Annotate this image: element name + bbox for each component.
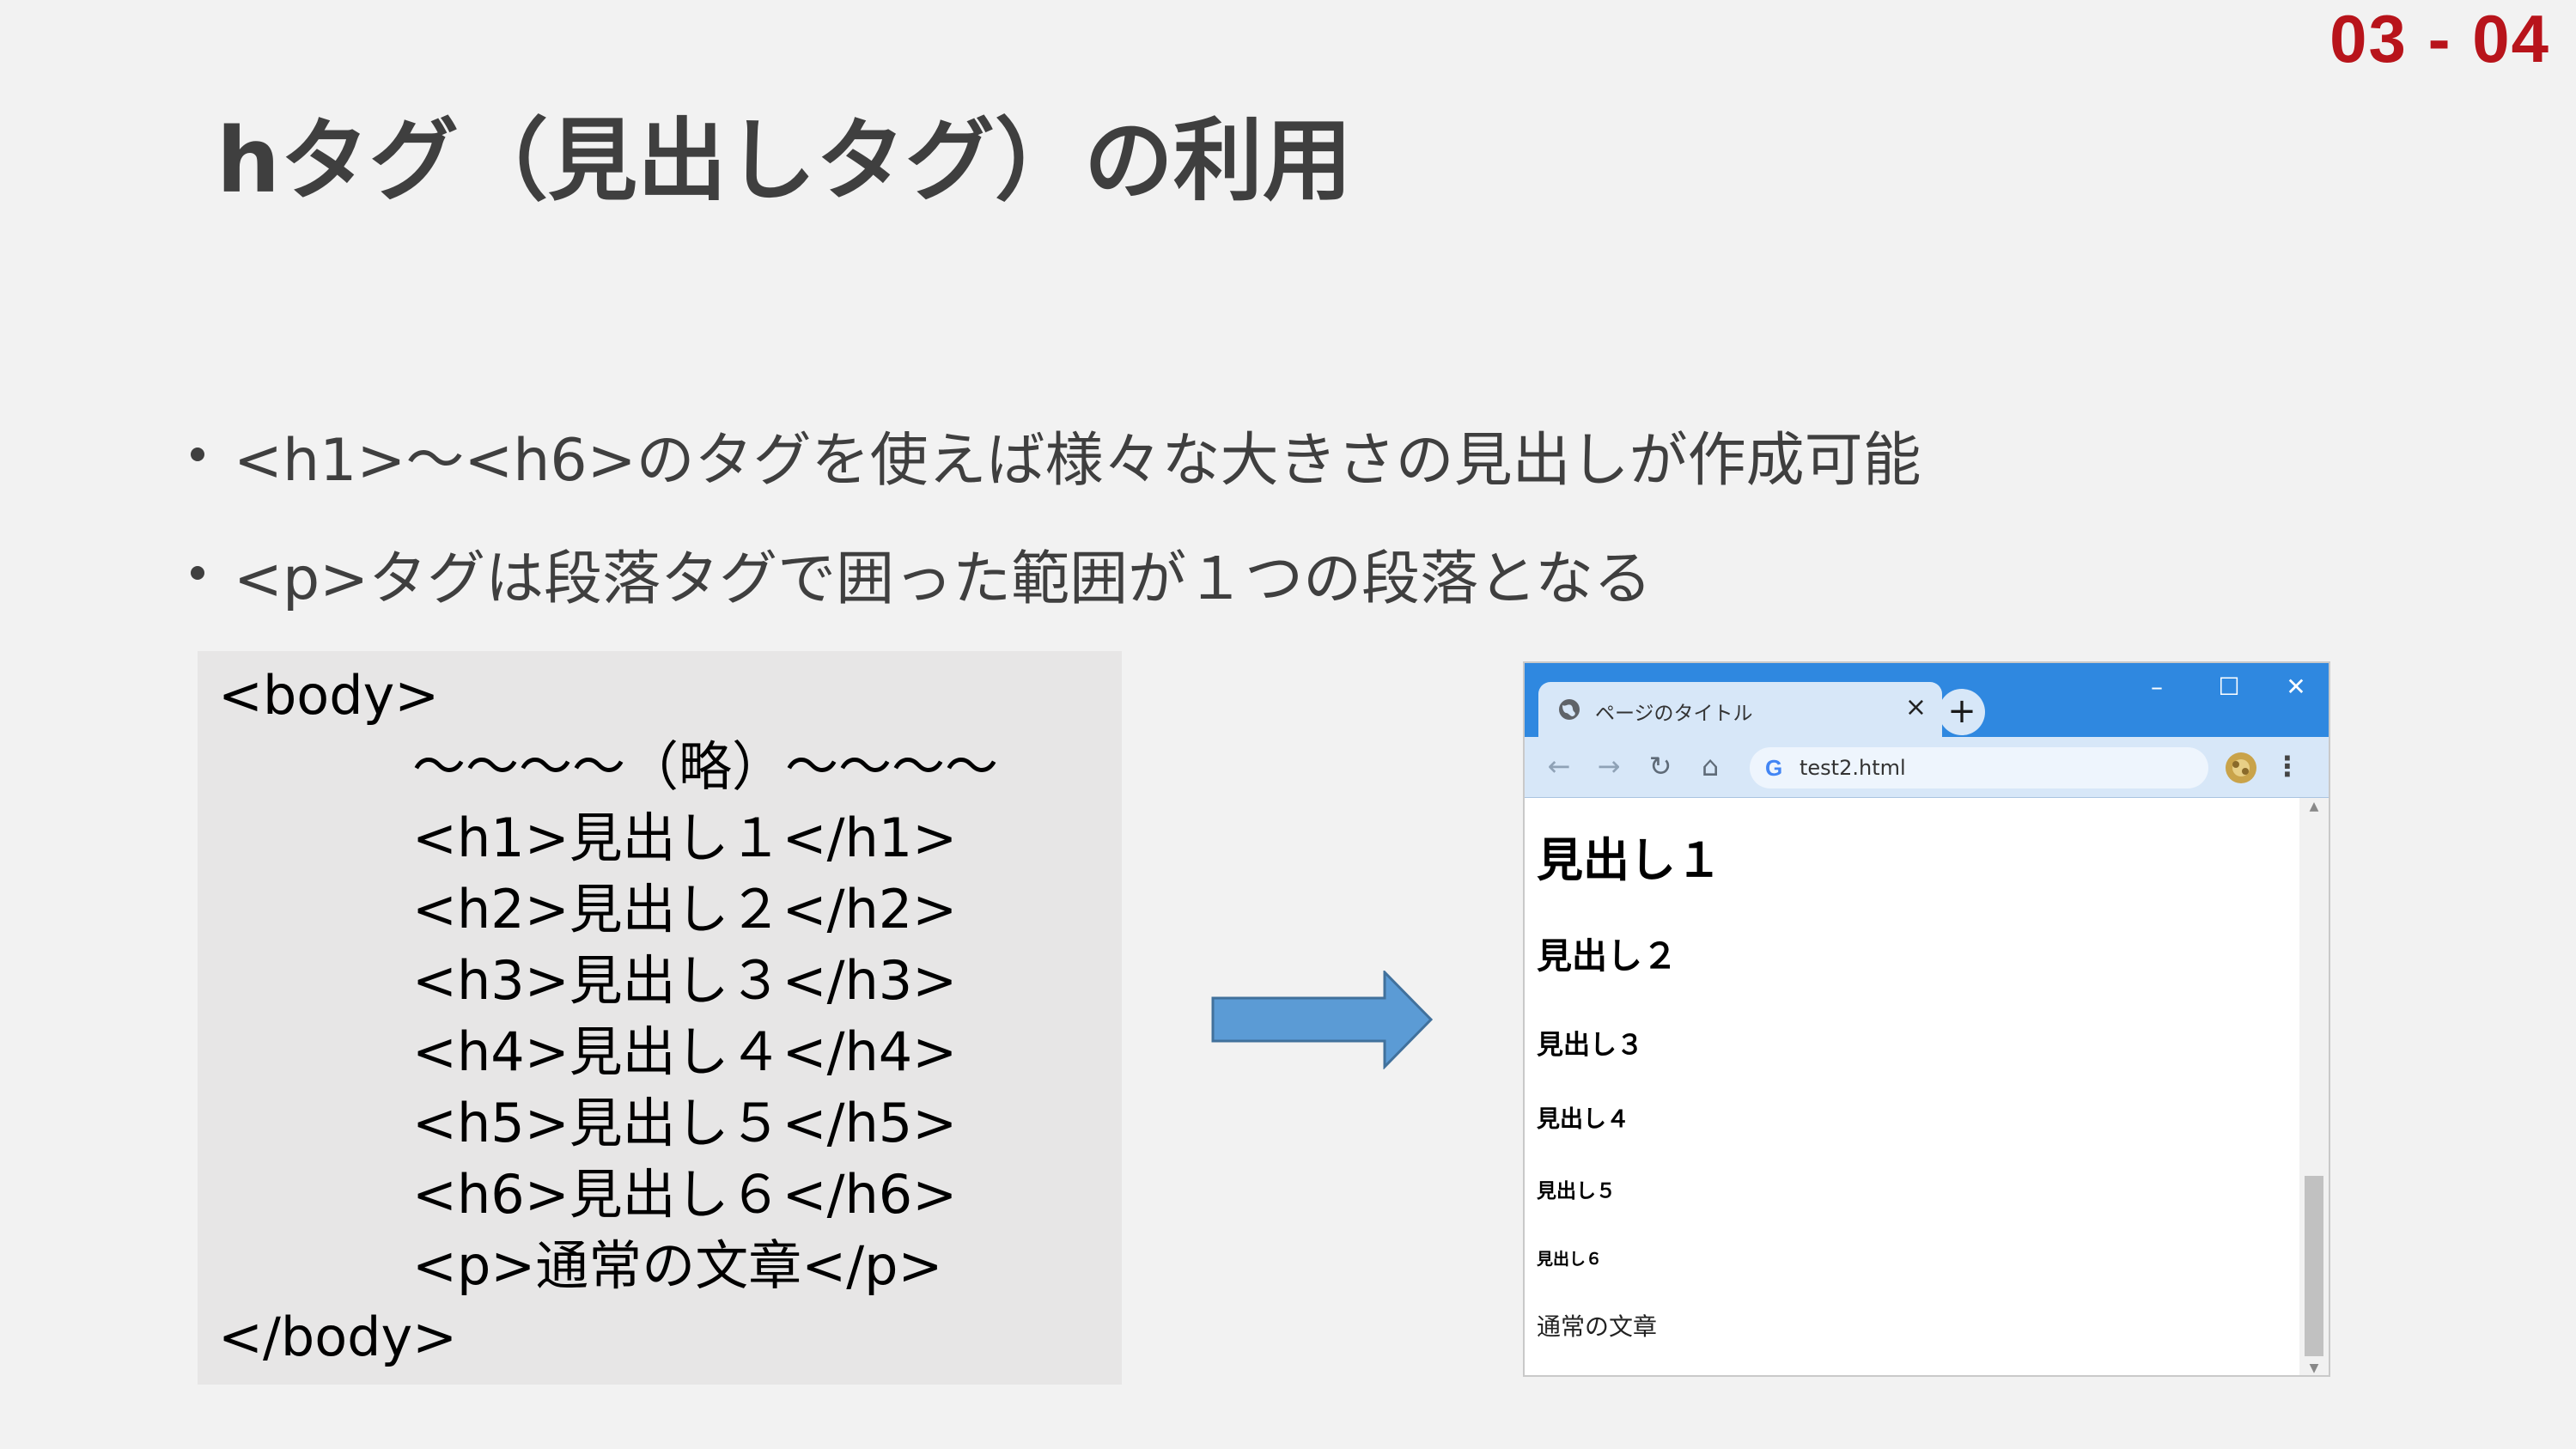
bullet-dot [191,566,204,580]
window-minimize-button[interactable]: – [2131,670,2183,704]
vertical-scrollbar[interactable]: ▲ ▼ [2299,798,2329,1375]
right-arrow-icon [1211,971,1434,1069]
address-text: test2.html [1800,756,1906,780]
forward-button[interactable]: → [1592,749,1626,783]
bullet-item: <p>タグは段落タグで囲った範囲が１つの段落となる [191,514,1921,632]
extension-icon[interactable] [2224,751,2258,785]
tab-title: ページのタイトル [1595,703,1753,725]
address-bar[interactable]: G test2.html [1750,747,2208,788]
page-title: hタグ（見出しタグ）の利用 [216,108,1353,213]
new-tab-button[interactable]: + [1939,689,1985,735]
content-heading-2: 見出し２ [1537,935,1678,977]
scroll-thumb[interactable] [2305,1176,2323,1356]
bullet-item: <h1>〜<h6>のタグを使えば様々な大きさの見出しが作成可能 [191,395,1921,514]
bullet-list: <h1>〜<h6>のタグを使えば様々な大きさの見出しが作成可能 <p>タグは段落… [191,395,1921,632]
browser-tab[interactable]: ページのタイトル × [1538,682,1942,737]
code-line: 〜〜〜〜（略）〜〜〜〜 [412,735,999,798]
page-number: 03 - 04 [2329,1,2550,76]
code-line: <p>通常の文章</p> [412,1234,943,1297]
window-maximize-button[interactable]: ☐ [2203,670,2255,704]
code-line: <h3>見出し３</h3> [412,949,958,1012]
code-line: <body> [218,664,440,727]
code-line: <h4>見出し４</h4> [412,1020,958,1083]
globe-icon [1559,699,1580,720]
bullet-text: <p>タグは段落タグで囲った範囲が１つの段落となる [234,545,1653,613]
code-line: <h6>見出し６</h6> [412,1163,958,1226]
browser-content: 見出し１ 見出し２ 見出し３ 見出し４ 見出し５ 見出し６ 通常の文章 [1525,798,2301,1375]
tab-close-button[interactable]: × [1905,692,1927,722]
menu-button[interactable]: ⋮ [2274,749,2301,783]
code-line: </body> [218,1306,458,1368]
code-box: <body> 〜〜〜〜（略）〜〜〜〜 <h1>見出し１</h1> <h2>見出し… [198,651,1122,1385]
content-heading-5: 見出し５ [1537,1180,1616,1202]
code-line: <h1>見出し１</h1> [412,807,958,869]
scroll-down-button[interactable]: ▼ [2299,1360,2329,1375]
browser-toolbar: ← → ↻ ⌂ G test2.html ⋮ [1525,737,2329,798]
home-button[interactable]: ⌂ [1693,749,1727,783]
reload-button[interactable]: ↻ [1643,749,1678,783]
google-icon: G [1765,755,1783,781]
content-heading-3: 見出し３ [1537,1030,1643,1061]
browser-window: ページのタイトル × + – ☐ ✕ ← → ↻ ⌂ G test2.html … [1523,661,2330,1377]
code-line: <h5>見出し５</h5> [412,1092,958,1154]
content-heading-4: 見出し４ [1537,1106,1629,1133]
browser-titlebar: ページのタイトル × + – ☐ ✕ [1525,663,2329,737]
code-line: <h2>見出し２</h2> [412,878,958,941]
bullet-text: <h1>〜<h6>のタグを使えば様々な大きさの見出しが作成可能 [234,426,1921,495]
content-heading-6: 見出し６ [1537,1250,1603,1269]
content-heading-1: 見出し１ [1537,833,1722,887]
content-paragraph: 通常の文章 [1537,1312,1658,1341]
bullet-dot [191,447,204,461]
scroll-up-button[interactable]: ▲ [2299,798,2329,815]
back-button[interactable]: ← [1542,749,1576,783]
window-close-button[interactable]: ✕ [2270,670,2322,704]
